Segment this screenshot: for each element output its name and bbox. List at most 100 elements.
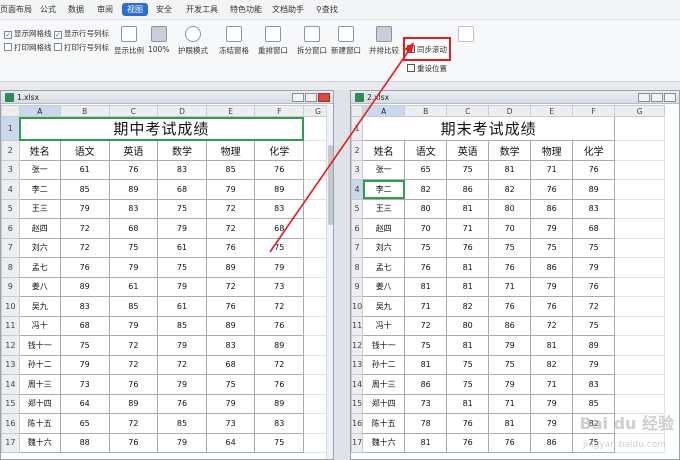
score-cell[interactable]: 72 xyxy=(108,354,159,375)
score-cell[interactable]: 79 xyxy=(530,218,574,239)
student-name-cell[interactable]: 孙十二 xyxy=(18,354,61,375)
menu-page-layout[interactable]: 页面布局 xyxy=(0,4,32,15)
row-header[interactable]: 16 xyxy=(351,413,364,434)
score-cell[interactable]: 86 xyxy=(488,315,532,336)
subject-header-cell[interactable]: 语文 xyxy=(404,140,448,161)
student-name-cell[interactable]: 魏十六 xyxy=(18,432,61,453)
student-name-cell[interactable]: 孟七 xyxy=(362,257,406,278)
score-cell[interactable]: 72 xyxy=(205,218,256,239)
score-cell[interactable]: 83 xyxy=(254,413,305,434)
score-cell[interactable]: 83 xyxy=(108,198,159,219)
student-name-cell[interactable]: 李二 xyxy=(18,179,61,200)
subject-header-cell[interactable]: 数学 xyxy=(488,140,532,161)
student-name-cell[interactable]: 王三 xyxy=(362,198,406,219)
score-cell[interactable]: 68 xyxy=(205,354,256,375)
empty-cell[interactable] xyxy=(614,116,666,141)
score-cell[interactable]: 72 xyxy=(254,296,305,317)
score-cell[interactable]: 75 xyxy=(108,237,159,258)
score-cell[interactable]: 76 xyxy=(157,393,207,414)
column-header[interactable]: B xyxy=(404,105,448,117)
student-name-cell[interactable]: 李二 xyxy=(362,179,406,200)
row-header[interactable]: 8 xyxy=(1,257,20,278)
subject-header-cell[interactable]: 数学 xyxy=(157,140,207,161)
menu-view[interactable]: 视图 xyxy=(122,3,148,16)
score-cell[interactable]: 68 xyxy=(108,218,159,239)
row-header[interactable]: 12 xyxy=(1,335,20,356)
window-switch-button[interactable] xyxy=(458,26,474,45)
row-header[interactable]: 6 xyxy=(351,218,364,239)
score-cell[interactable]: 83 xyxy=(572,198,616,219)
subject-header-cell[interactable]: 物理 xyxy=(530,140,574,161)
student-name-cell[interactable]: 姜八 xyxy=(18,276,61,297)
window-2-sheet[interactable]: A B C D E F G 1 期末考试成绩 2 姓名 语文 英语 数学 物理 化学 3 张一 65 75 81 71 76… xyxy=(351,105,679,459)
score-cell[interactable]: 75 xyxy=(254,237,305,258)
close-button[interactable] xyxy=(664,93,676,102)
score-cell[interactable]: 71 xyxy=(530,159,574,180)
subject-header-cell[interactable]: 英语 xyxy=(108,140,159,161)
score-cell[interactable]: 89 xyxy=(108,179,159,200)
show-ratio-button[interactable]: 显示比例 xyxy=(114,26,144,56)
score-cell[interactable]: 82 xyxy=(404,179,448,200)
score-cell[interactable]: 72 xyxy=(254,354,305,375)
row-header[interactable]: 14 xyxy=(351,374,364,395)
score-cell[interactable]: 75 xyxy=(572,237,616,258)
score-cell[interactable]: 86 xyxy=(530,432,574,453)
score-cell[interactable]: 64 xyxy=(205,432,256,453)
score-cell[interactable]: 79 xyxy=(205,179,256,200)
score-cell[interactable]: 83 xyxy=(205,335,256,356)
row-header[interactable]: 5 xyxy=(351,198,364,219)
score-cell[interactable]: 65 xyxy=(404,159,448,180)
score-cell[interactable]: 76 xyxy=(108,374,159,395)
score-cell[interactable]: 76 xyxy=(404,257,448,278)
restore-button[interactable] xyxy=(651,93,663,102)
column-header[interactable]: D xyxy=(157,105,207,117)
score-cell[interactable]: 75 xyxy=(157,198,207,219)
score-cell[interactable]: 80 xyxy=(488,198,532,219)
row-header[interactable]: 7 xyxy=(1,237,20,258)
score-cell[interactable]: 73 xyxy=(254,276,305,297)
student-name-cell[interactable]: 钱十一 xyxy=(18,335,61,356)
score-cell[interactable]: 71 xyxy=(488,276,532,297)
row-header[interactable]: 5 xyxy=(1,198,20,219)
score-cell[interactable]: 76 xyxy=(488,296,532,317)
score-cell[interactable]: 68 xyxy=(59,315,110,336)
score-cell[interactable]: 76 xyxy=(59,257,110,278)
score-cell[interactable]: 75 xyxy=(254,432,305,453)
student-name-cell[interactable]: 陈十五 xyxy=(18,413,61,434)
score-cell[interactable]: 71 xyxy=(530,374,574,395)
window-1-grid[interactable]: A B C D E F G 1 期中考试成绩 2 姓名 语文 英语 数学 物理 化学 3 张一 61 76 83 85 76… xyxy=(1,105,333,453)
eye-mode-button[interactable]: 护眼模式 xyxy=(178,26,208,56)
score-cell[interactable]: 72 xyxy=(404,315,448,336)
column-header[interactable]: C xyxy=(108,105,159,117)
reset-position-button[interactable]: 重设位置 xyxy=(407,63,447,74)
score-cell[interactable]: 72 xyxy=(157,354,207,375)
window-1-scrollbar[interactable] xyxy=(326,105,333,459)
student-name-cell[interactable]: 刘六 xyxy=(18,237,61,258)
score-cell[interactable]: 76 xyxy=(572,276,616,297)
score-cell[interactable]: 61 xyxy=(59,159,110,180)
score-cell[interactable]: 68 xyxy=(157,179,207,200)
window-1-sheet[interactable]: A B C D E F G 1 期中考试成绩 2 姓名 语文 英语 数学 物理 化学 3 张一 61 76 83 85 76… xyxy=(1,105,333,459)
score-cell[interactable]: 76 xyxy=(254,159,305,180)
score-cell[interactable]: 79 xyxy=(530,276,574,297)
empty-cell[interactable] xyxy=(614,140,666,161)
split-window-button[interactable]: 拆分窗口 xyxy=(297,26,327,56)
score-cell[interactable]: 73 xyxy=(205,413,256,434)
print-gridlines-checkbox[interactable]: 打印网格线 xyxy=(4,42,52,53)
score-cell[interactable]: 76 xyxy=(488,432,532,453)
row-header[interactable]: 10 xyxy=(1,296,20,317)
score-cell[interactable]: 75 xyxy=(404,335,448,356)
score-cell[interactable]: 76 xyxy=(446,432,490,453)
student-name-cell[interactable]: 姜八 xyxy=(362,276,406,297)
score-cell[interactable]: 75 xyxy=(205,374,256,395)
score-cell[interactable]: 79 xyxy=(157,374,207,395)
rearrange-windows-button[interactable]: 重排窗口 xyxy=(258,26,288,56)
subject-header-cell[interactable]: 语文 xyxy=(59,140,110,161)
student-name-cell[interactable]: 冯十 xyxy=(18,315,61,336)
score-cell[interactable]: 72 xyxy=(59,218,110,239)
score-cell[interactable]: 72 xyxy=(205,198,256,219)
score-cell[interactable]: 75 xyxy=(446,374,490,395)
menu-developer-tools[interactable]: 开发工具 xyxy=(186,4,218,15)
column-header[interactable]: F xyxy=(572,105,616,117)
empty-cell[interactable] xyxy=(614,374,666,395)
